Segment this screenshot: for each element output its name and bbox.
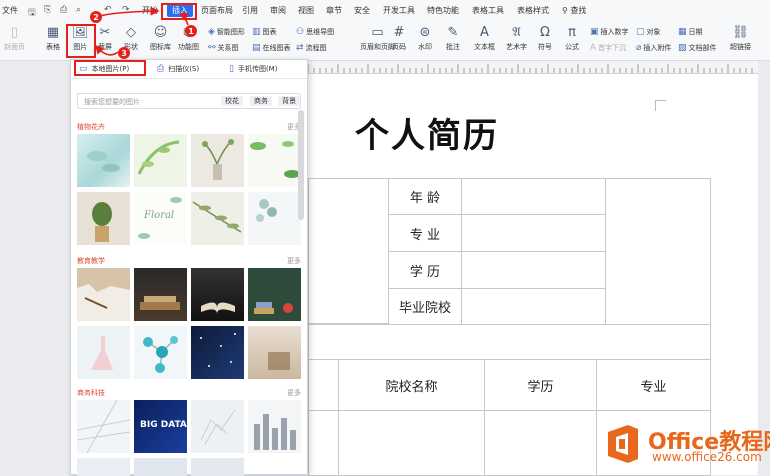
label-age: 年 龄 <box>388 178 462 215</box>
label-major: 专 业 <box>388 214 462 252</box>
thumb-partial-3[interactable] <box>191 458 244 476</box>
chip-tag-2[interactable]: 商务 <box>250 96 272 106</box>
value-age[interactable] <box>461 178 606 215</box>
value-major[interactable] <box>461 214 606 252</box>
chip-tag-3[interactable]: 背景 <box>278 96 300 106</box>
thumb-torn-paper[interactable] <box>77 268 130 321</box>
label-education: 学 历 <box>388 251 462 289</box>
thumb-floral-text[interactable]: Floral <box>134 192 187 245</box>
dropdown-scrollbar[interactable] <box>298 110 304 220</box>
photo-cell[interactable] <box>605 178 711 325</box>
thumb-molecule[interactable] <box>134 326 187 379</box>
value-education[interactable] <box>461 251 606 289</box>
floral-text: Floral <box>144 210 175 221</box>
header-major: 专业 <box>596 359 711 411</box>
category-education: 教育教学 <box>77 257 105 265</box>
thumb-leaf-frame[interactable] <box>248 134 301 187</box>
table-row-spacer[interactable] <box>308 324 711 360</box>
picture-dropdown-panel: ▭ 本地图片(P) ⎙ 扫描仪(S) ▯ 手机传图(M) 搜索您想要的图片 校花 商务… <box>70 59 308 476</box>
thumb-desk-warm[interactable] <box>248 326 301 379</box>
thumb-eucalyptus[interactable] <box>248 192 301 245</box>
thumb-chalkboard[interactable] <box>248 268 301 321</box>
arrow-1 <box>178 12 189 26</box>
arrow-2 <box>99 6 160 17</box>
category-business-tech: 商务科技 <box>77 389 105 397</box>
chip-tag-1[interactable]: 校花 <box>221 96 243 106</box>
picture-search-input[interactable]: 搜索您想要的图片 校花 商务 背景 <box>77 93 301 109</box>
edu-school-cell[interactable] <box>338 410 485 476</box>
value-school[interactable] <box>461 288 606 325</box>
header-school-name: 院校名称 <box>338 359 485 411</box>
office-logo-icon <box>608 425 638 463</box>
thumb-plant-pot[interactable] <box>77 192 130 245</box>
thumb-vase-branch[interactable] <box>191 134 244 187</box>
table-cell-blank[interactable] <box>308 178 389 324</box>
big-data-text: BIG DATA <box>140 420 187 430</box>
thumb-lab-flask[interactable] <box>77 326 130 379</box>
thumb-olive-branch[interactable] <box>191 192 244 245</box>
category-plants: 植物花卉 <box>77 123 105 131</box>
thumb-starfield[interactable] <box>191 326 244 379</box>
label-school: 毕业院校 <box>388 288 462 325</box>
table-cell-blank-3[interactable] <box>308 410 339 476</box>
more-link-education[interactable]: 更多 <box>287 256 301 266</box>
thumb-running-figure[interactable] <box>191 400 244 453</box>
thumb-city-wireframe[interactable] <box>248 400 301 453</box>
watermark-url: www.office26.com <box>652 450 762 464</box>
resume-title: 个人简历 <box>355 116 499 156</box>
table-cell-blank-2[interactable] <box>308 359 339 411</box>
arrow-3 <box>95 44 119 56</box>
thumb-books-dark[interactable] <box>134 268 187 321</box>
edu-degree-cell[interactable] <box>484 410 597 476</box>
thumb-green-plant-bg[interactable] <box>134 134 187 187</box>
header-degree: 学历 <box>484 359 597 411</box>
thumb-network-lines[interactable] <box>77 400 130 453</box>
thumb-watercolor-leaves[interactable] <box>77 134 130 187</box>
annotation-arrows <box>95 6 189 56</box>
thumb-big-data[interactable]: BIG DATA <box>134 400 187 453</box>
thumb-open-book[interactable] <box>191 268 244 321</box>
margin-corner-mark <box>655 100 666 111</box>
thumb-partial-2[interactable] <box>134 458 187 476</box>
thumb-partial-1[interactable] <box>77 458 130 476</box>
more-link-business[interactable]: 更多 <box>287 388 301 398</box>
